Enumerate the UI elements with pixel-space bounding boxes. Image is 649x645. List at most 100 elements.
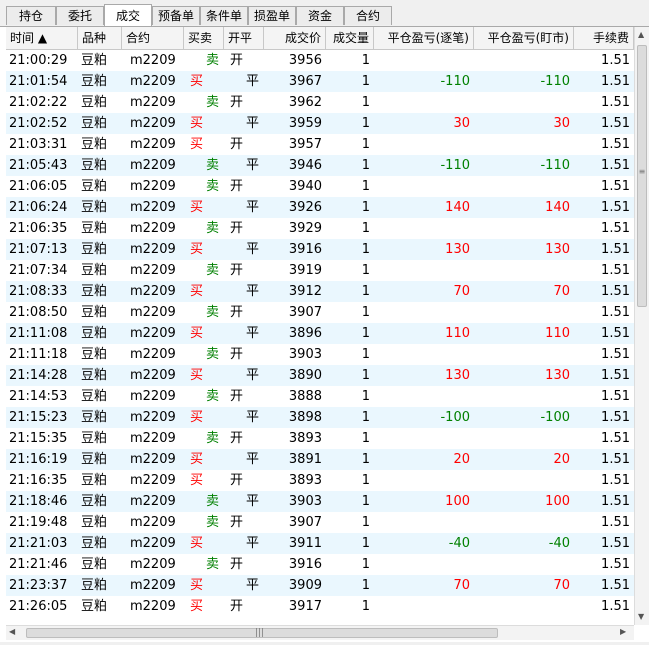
cell-pnl-mtm (474, 428, 574, 449)
cell-price: 3903 (288, 347, 322, 362)
cell-qty: 1 (361, 536, 370, 551)
table-row[interactable]: 21:08:50 豆粕 m2209 卖开 3907 1 1.51 (6, 302, 634, 323)
cell-product: 豆粕 (81, 53, 108, 68)
table-row[interactable]: 21:15:23 豆粕 m2209 买 平 3898 1 -100 -100 1.51 (6, 407, 634, 428)
cell-pnl-trade (374, 260, 474, 281)
table-row[interactable]: 21:26:05 豆粕 m2209 买 开 3917 1 1.51 (6, 596, 634, 617)
cell-pnl-trade (374, 386, 474, 407)
cell-pnl-mtm (474, 50, 574, 71)
horizontal-scrollbar[interactable]: ◀ ||| ▶ (6, 625, 634, 640)
cell-price: 3929 (288, 221, 322, 236)
cell-qty: 1 (361, 305, 370, 320)
column-header-time[interactable]: 时间 ▲ (6, 27, 78, 49)
table-row[interactable]: 21:00:29 豆粕 m2209 卖开 3956 1 1.51 (6, 50, 634, 71)
tab-funds[interactable]: 资金 (296, 6, 344, 25)
cell-fee: 1.51 (601, 158, 630, 173)
cell-product: 豆粕 (81, 410, 108, 425)
cell-pnl-mtm: 140 (545, 200, 570, 215)
table-row[interactable]: 21:02:22 豆粕 m2209 卖开 3962 1 1.51 (6, 92, 634, 113)
table-row[interactable]: 21:19:48 豆粕 m2209 卖开 3907 1 1.51 (6, 512, 634, 533)
cell-contract: m2209 (130, 74, 176, 89)
table-row[interactable]: 21:02:52 豆粕 m2209 买 平 3959 1 30 30 1.51 (6, 113, 634, 134)
horizontal-scroll-thumb[interactable]: ||| (26, 628, 498, 638)
cell-product: 豆粕 (81, 284, 108, 299)
table-row[interactable]: 21:15:35 豆粕 m2209 卖开 3893 1 1.51 (6, 428, 634, 449)
column-header-pnl-per-trade[interactable]: 平仓盈亏(逐笔) (374, 27, 474, 49)
tab-positions[interactable]: 持仓 (6, 6, 56, 25)
cell-qty: 1 (361, 368, 370, 383)
cell-price: 3888 (288, 389, 322, 404)
cell-contract: m2209 (130, 494, 176, 509)
cell-qty: 1 (361, 95, 370, 110)
column-header-product[interactable]: 品种 (78, 27, 122, 49)
cell-price: 3891 (288, 452, 322, 467)
tab-trades[interactable]: 成交 (104, 4, 152, 26)
table-row[interactable]: 21:14:53 豆粕 m2209 卖开 3888 1 1.51 (6, 386, 634, 407)
column-header-side[interactable]: 买卖 (184, 27, 224, 49)
table-row[interactable]: 21:21:03 豆粕 m2209 买 平 3911 1 -40 -40 1.51 (6, 533, 634, 554)
cell-oc: 平 (246, 200, 260, 215)
column-header-open-close[interactable]: 开平 (224, 27, 264, 49)
cell-qty: 1 (361, 179, 370, 194)
table-row[interactable]: 21:14:28 豆粕 m2209 买 平 3890 1 130 130 1.51 (6, 365, 634, 386)
cell-pnl-trade (374, 596, 474, 617)
table-row[interactable]: 21:07:13 豆粕 m2209 买 平 3916 1 130 130 1.51 (6, 239, 634, 260)
tab-conditional-orders[interactable]: 条件单 (200, 6, 248, 25)
table-row[interactable]: 21:06:35 豆粕 m2209 卖开 3929 1 1.51 (6, 218, 634, 239)
cell-qty: 1 (361, 242, 370, 257)
vertical-scrollbar[interactable]: ▲ ≡ ▼ (634, 27, 649, 625)
cell-oc: 开 (230, 431, 244, 446)
table-row[interactable]: 21:18:46 豆粕 m2209 卖 平 3903 1 100 100 1.51 (6, 491, 634, 512)
table-row[interactable]: 21:07:34 豆粕 m2209 卖开 3919 1 1.51 (6, 260, 634, 281)
table-row[interactable]: 21:01:54 豆粕 m2209 买 平 3967 1 -110 -110 1.51 (6, 71, 634, 92)
cell-side: 买 (190, 473, 204, 488)
cell-fee: 1.51 (601, 536, 630, 551)
cell-pnl-mtm (474, 596, 574, 617)
column-header-pnl-mark-to-market[interactable]: 平仓盈亏(盯市) (474, 27, 574, 49)
vertical-scroll-thumb[interactable]: ≡ (637, 45, 647, 307)
table-row[interactable]: 21:11:08 豆粕 m2209 买 平 3896 1 110 110 1.51 (6, 323, 634, 344)
table-row[interactable]: 21:08:33 豆粕 m2209 买 平 3912 1 70 70 1.51 (6, 281, 634, 302)
cell-oc: 开 (230, 95, 244, 110)
tab-preorders[interactable]: 预备单 (152, 6, 200, 25)
table-row[interactable]: 21:06:05 豆粕 m2209 卖开 3940 1 1.51 (6, 176, 634, 197)
scroll-right-arrow-icon[interactable]: ▶ (620, 627, 626, 636)
table-row[interactable]: 21:23:37 豆粕 m2209 买 平 3909 1 70 70 1.51 (6, 575, 634, 596)
table-row[interactable]: 21:21:46 豆粕 m2209 卖开 3916 1 1.51 (6, 554, 634, 575)
table-row[interactable]: 21:16:35 豆粕 m2209 买 开 3893 1 1.51 (6, 470, 634, 491)
table-body: 21:00:29 豆粕 m2209 卖开 3956 1 1.51 21:01:54 豆粕 m220… (6, 50, 634, 645)
table-row[interactable]: 21:03:31 豆粕 m2209 买 开 3957 1 1.51 (6, 134, 634, 155)
tab-orders[interactable]: 委托 (56, 6, 104, 25)
cell-product: 豆粕 (81, 116, 108, 131)
table-row[interactable]: 21:06:24 豆粕 m2209 买 平 3926 1 140 140 1.51 (6, 197, 634, 218)
cell-pnl-mtm (474, 92, 574, 113)
cell-qty: 1 (361, 326, 370, 341)
column-header-contract[interactable]: 合约 (122, 27, 184, 49)
cell-side: 卖 (206, 494, 220, 509)
cell-contract: m2209 (130, 431, 176, 446)
cell-qty: 1 (361, 473, 370, 488)
column-header-fee[interactable]: 手续费 (574, 27, 634, 49)
cell-qty: 1 (361, 158, 370, 173)
cell-qty: 1 (361, 557, 370, 572)
table-row[interactable]: 21:16:19 豆粕 m2209 买 平 3891 1 20 20 1.51 (6, 449, 634, 470)
column-header-price[interactable]: 成交价 (264, 27, 326, 49)
cell-pnl-mtm (474, 470, 574, 491)
cell-price: 3962 (288, 95, 322, 110)
table-row[interactable]: 21:11:18 豆粕 m2209 卖开 3903 1 1.51 (6, 344, 634, 365)
tab-stop-orders[interactable]: 损盈单 (248, 6, 296, 25)
column-header-volume[interactable]: 成交量 (326, 27, 374, 49)
cell-price: 3893 (288, 473, 322, 488)
cell-qty: 1 (361, 410, 370, 425)
cell-time: 21:08:50 (9, 305, 68, 320)
table-row[interactable]: 21:05:43 豆粕 m2209 卖 平 3946 1 -110 -110 1.51 (6, 155, 634, 176)
cell-side: 卖 (206, 431, 220, 446)
cell-price: 3911 (288, 536, 322, 551)
scroll-left-arrow-icon[interactable]: ◀ (9, 627, 15, 636)
cell-oc: 平 (246, 410, 260, 425)
scroll-up-arrow-icon[interactable]: ▲ (638, 30, 644, 39)
scroll-down-arrow-icon[interactable]: ▼ (638, 612, 644, 621)
cell-side: 买 (190, 599, 204, 614)
tab-contracts[interactable]: 合约 (344, 6, 392, 25)
cell-price: 3896 (288, 326, 322, 341)
